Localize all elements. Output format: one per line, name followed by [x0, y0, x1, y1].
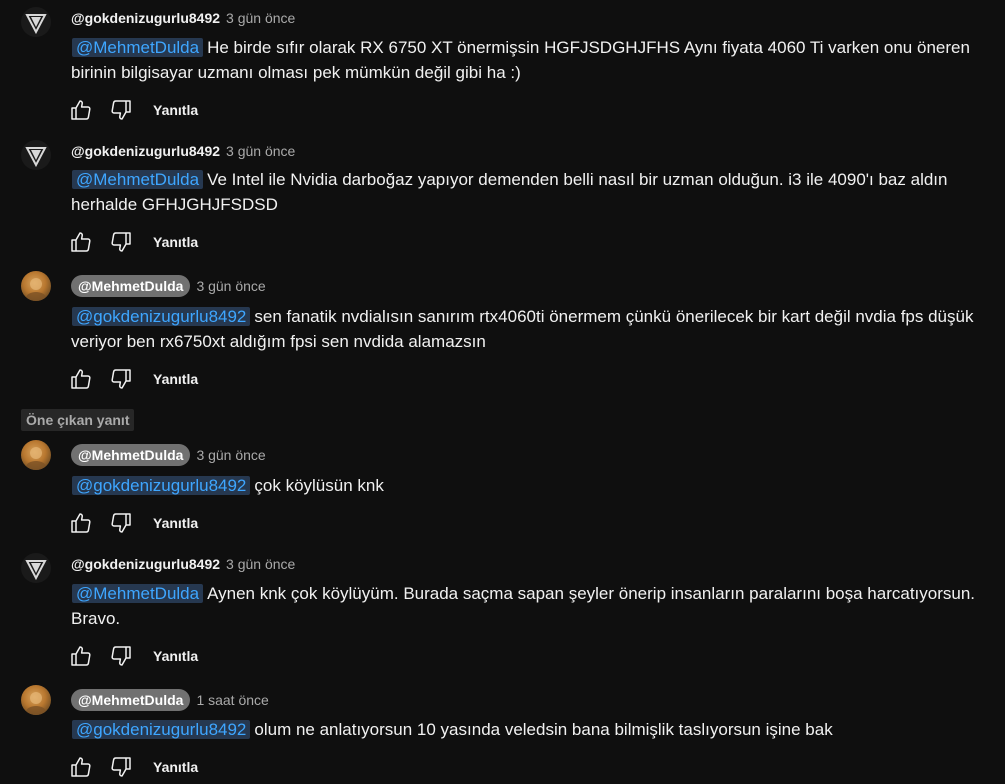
reply-button[interactable]: Yanıtla	[153, 371, 198, 387]
comment-text: @MehmetDulda He birde sıfır olarak RX 675…	[71, 35, 997, 85]
comment-text: @gokdenizugurlu8492 olum ne anlatıyorsun …	[71, 717, 997, 742]
comment-author[interactable]: @gokdenizugurlu8492	[71, 143, 220, 159]
like-button[interactable]	[67, 642, 95, 670]
dislike-button[interactable]	[107, 509, 135, 537]
comment-text: @MehmetDulda Ve Intel ile Nvidia darboğaz…	[71, 167, 997, 217]
mention-link[interactable]: @gokdenizugurlu8492	[72, 476, 251, 495]
thumb-up-icon	[71, 232, 91, 252]
comment-author-owner-badge[interactable]: @MehmetDulda	[71, 689, 191, 711]
reply-button[interactable]: Yanıtla	[153, 515, 198, 531]
mention-link[interactable]: @MehmetDulda	[72, 38, 204, 57]
reply-button[interactable]: Yanıtla	[153, 102, 198, 118]
thumb-down-icon	[111, 757, 131, 777]
highlighted-reply-label: Öne çıkan yanıt	[21, 409, 135, 431]
comment-text: @MehmetDulda Aynen knk çok köylüyüm. Bura…	[71, 581, 997, 631]
profile-photo-icon	[26, 692, 46, 715]
dislike-button[interactable]	[107, 642, 135, 670]
v-logo-icon	[25, 560, 47, 581]
like-button[interactable]	[67, 753, 95, 781]
thumb-up-icon	[71, 513, 91, 533]
comment-body: çok köylüsün knk	[254, 476, 384, 495]
dislike-button[interactable]	[107, 365, 135, 393]
thumb-up-icon	[71, 757, 91, 777]
thumb-up-icon	[71, 369, 91, 389]
comment-timestamp[interactable]: 3 gün önce	[226, 143, 295, 159]
thumb-down-icon	[111, 369, 131, 389]
v-logo-icon	[25, 14, 47, 35]
comment-timestamp[interactable]: 3 gün önce	[196, 447, 265, 463]
reply-button[interactable]: Yanıtla	[153, 648, 198, 664]
avatar[interactable]	[21, 7, 51, 37]
comment-text: @gokdenizugurlu8492 çok köylüsün knk	[71, 473, 997, 498]
thumb-down-icon	[111, 513, 131, 533]
comment-author[interactable]: @gokdenizugurlu8492	[71, 556, 220, 572]
thumb-down-icon	[111, 100, 131, 120]
comment-author[interactable]: @gokdenizugurlu8492	[71, 10, 220, 26]
comment-body: He birde sıfır olarak RX 6750 XT önermiş…	[71, 38, 970, 82]
comment-body: olum ne anlatıyorsun 10 yasında veledsin…	[254, 720, 833, 739]
comment-author-owner-badge[interactable]: @MehmetDulda	[71, 444, 191, 466]
like-button[interactable]	[67, 509, 95, 537]
avatar[interactable]	[21, 440, 51, 470]
comment-timestamp[interactable]: 3 gün önce	[226, 10, 295, 26]
comment-timestamp[interactable]: 3 gün önce	[196, 278, 265, 294]
avatar[interactable]	[21, 140, 51, 170]
thumb-down-icon	[111, 646, 131, 666]
profile-photo-icon	[26, 278, 46, 301]
thumb-down-icon	[111, 232, 131, 252]
comment-text: @gokdenizugurlu8492 sen fanatik nvdialısı…	[71, 304, 997, 354]
dislike-button[interactable]	[107, 96, 135, 124]
like-button[interactable]	[67, 96, 95, 124]
mention-link[interactable]: @MehmetDulda	[72, 584, 204, 603]
avatar[interactable]	[21, 553, 51, 583]
mention-link[interactable]: @MehmetDulda	[72, 170, 204, 189]
v-logo-icon	[25, 147, 47, 168]
like-button[interactable]	[67, 365, 95, 393]
reply-button[interactable]: Yanıtla	[153, 234, 198, 250]
profile-photo-icon	[26, 447, 46, 470]
comment-author-owner-badge[interactable]: @MehmetDulda	[71, 275, 191, 297]
comment-body: Aynen knk çok köylüyüm. Burada saçma sap…	[71, 584, 976, 628]
comment-timestamp[interactable]: 3 gün önce	[226, 556, 295, 572]
mention-link[interactable]: @gokdenizugurlu8492	[72, 307, 251, 326]
dislike-button[interactable]	[107, 228, 135, 256]
reply-button[interactable]: Yanıtla	[153, 759, 198, 775]
comment-timestamp[interactable]: 1 saat önce	[196, 692, 268, 708]
dislike-button[interactable]	[107, 753, 135, 781]
like-button[interactable]	[67, 228, 95, 256]
mention-link[interactable]: @gokdenizugurlu8492	[72, 720, 251, 739]
avatar[interactable]	[21, 685, 51, 715]
avatar[interactable]	[21, 271, 51, 301]
thumb-up-icon	[71, 646, 91, 666]
thumb-up-icon	[71, 100, 91, 120]
